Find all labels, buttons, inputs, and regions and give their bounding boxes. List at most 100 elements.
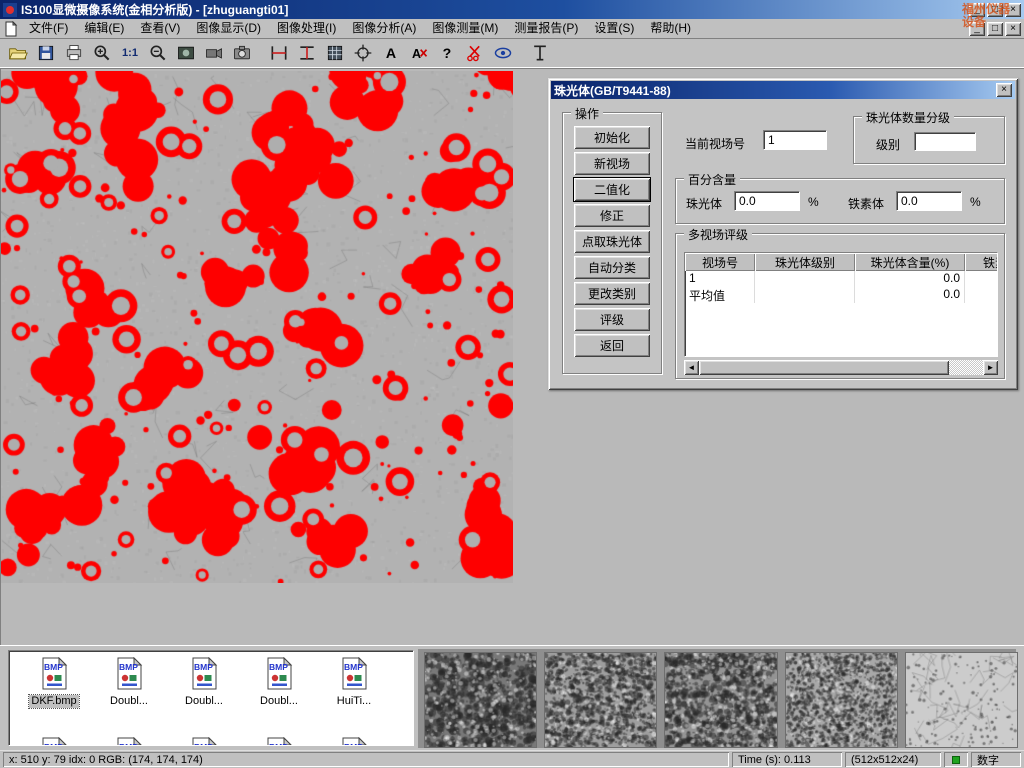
grading-group-label: 珠光体数量分级 bbox=[862, 109, 954, 126]
file-item-partial[interactable]: BMP bbox=[319, 737, 389, 746]
printer-icon bbox=[64, 43, 84, 63]
svg-text:BMP: BMP bbox=[44, 662, 63, 672]
table-row[interactable]: 10.0 bbox=[685, 271, 997, 287]
op-auto-classify-button[interactable]: 自动分类 bbox=[574, 256, 650, 279]
file-label: Doubl... bbox=[108, 695, 150, 708]
video-button[interactable] bbox=[201, 41, 227, 65]
help-button[interactable] bbox=[434, 41, 460, 65]
annotate-text-button[interactable] bbox=[378, 41, 404, 65]
maximize-button[interactable]: □ bbox=[987, 3, 1003, 17]
op-new-field-button[interactable]: 新视场 bbox=[574, 152, 650, 175]
file-item-dkf-bmp[interactable]: BMP DKF.bmp bbox=[19, 657, 89, 708]
table-cell: 1 bbox=[685, 271, 755, 287]
thumbnail-4[interactable] bbox=[785, 652, 898, 748]
preview-button[interactable] bbox=[490, 41, 516, 65]
thumbnail-3[interactable] bbox=[664, 652, 777, 748]
measure-horizontal-button[interactable] bbox=[266, 41, 292, 65]
menu-image-analysis[interactable]: 图像分析(A) bbox=[344, 19, 424, 38]
capture-button[interactable] bbox=[173, 41, 199, 65]
op-pick-pearlite-button[interactable]: 点取珠光体 bbox=[574, 230, 650, 253]
file-item-partial[interactable]: BMP bbox=[169, 737, 239, 746]
titlebar[interactable]: IS100显微摄像系统(金相分析版) - [zhuguangti01] _ □ … bbox=[0, 0, 1024, 19]
svg-text:BMP: BMP bbox=[344, 742, 363, 746]
table-header-0[interactable]: 视场号 bbox=[685, 253, 755, 271]
ferrite-value-input[interactable]: 0.0 bbox=[896, 191, 962, 211]
micrograph-image[interactable] bbox=[1, 71, 513, 583]
open-button[interactable] bbox=[5, 41, 31, 65]
file-label: DKF.bmp bbox=[29, 695, 78, 708]
app-icon bbox=[3, 3, 17, 17]
menu-edit[interactable]: 编辑(E) bbox=[76, 19, 132, 38]
file-item-partial[interactable]: BMP bbox=[19, 737, 89, 746]
mdi-document-icon bbox=[3, 21, 19, 37]
op-correct-button[interactable]: 修正 bbox=[574, 204, 650, 227]
crosshair-button[interactable] bbox=[350, 41, 376, 65]
file-list[interactable]: BMPDKF.bmpBMPDoubl...BMPDoubl...BMPDoubl… bbox=[8, 650, 414, 746]
grid-button[interactable] bbox=[322, 41, 348, 65]
toolbar: 1:1 bbox=[0, 39, 1024, 68]
menu-image-measure[interactable]: 图像测量(M) bbox=[424, 19, 506, 38]
file-item-partial[interactable]: BMP bbox=[244, 737, 314, 746]
bmp-file-icon: BMP bbox=[188, 657, 221, 690]
zoom-out-button[interactable] bbox=[145, 41, 171, 65]
zoom-in-button[interactable] bbox=[89, 41, 115, 65]
op-rate-button[interactable]: 评级 bbox=[574, 308, 650, 331]
current-field-label: 当前视场号 bbox=[685, 135, 745, 152]
rating-table[interactable]: 视场号珠光体级别珠光体含量(%)铁素 10.0平均值0.0 bbox=[684, 252, 998, 357]
measure-depth-button[interactable] bbox=[527, 41, 553, 65]
scroll-left-button[interactable]: ◄ bbox=[684, 360, 699, 375]
actual-size-button[interactable]: 1:1 bbox=[117, 41, 143, 65]
multifield-group-label: 多视场评级 bbox=[684, 226, 752, 243]
file-item-doubl-[interactable]: BMPDoubl... bbox=[169, 657, 239, 708]
save-button[interactable] bbox=[33, 41, 59, 65]
scroll-track[interactable] bbox=[699, 360, 983, 375]
op-change-class-button[interactable]: 更改类别 bbox=[574, 282, 650, 305]
mdi-close-button[interactable]: × bbox=[1005, 22, 1021, 36]
minimize-button[interactable]: _ bbox=[969, 3, 985, 17]
close-button[interactable]: × bbox=[1005, 3, 1021, 17]
file-item-huiti-[interactable]: BMPHuiTi... bbox=[319, 657, 389, 708]
thumbnail-2[interactable] bbox=[544, 652, 657, 748]
file-label: HuiTi... bbox=[335, 695, 373, 708]
thumbnail-5[interactable] bbox=[905, 652, 1018, 748]
op-return-button[interactable]: 返回 bbox=[574, 334, 650, 357]
toolbar-separator bbox=[257, 41, 266, 65]
op-binarize-button[interactable]: 二值化 bbox=[574, 178, 650, 201]
table-header-1[interactable]: 珠光体级别 bbox=[755, 253, 855, 271]
toolbar-separator bbox=[518, 41, 527, 65]
cut-button[interactable] bbox=[462, 41, 488, 65]
mdi-minimize-button[interactable]: _ bbox=[969, 22, 985, 36]
menu-image-process[interactable]: 图像处理(I) bbox=[269, 19, 344, 38]
camera-button[interactable] bbox=[229, 41, 255, 65]
grading-group: 珠光体数量分级 级别 bbox=[853, 116, 1005, 164]
scroll-right-button[interactable]: ► bbox=[983, 360, 998, 375]
op-initialize-button[interactable]: 初始化 bbox=[574, 126, 650, 149]
thumbnail-1[interactable] bbox=[424, 652, 537, 748]
print-button[interactable] bbox=[61, 41, 87, 65]
delete-annotation-button[interactable] bbox=[406, 41, 432, 65]
menu-image-display[interactable]: 图像显示(D) bbox=[188, 19, 269, 38]
current-field-input[interactable]: 1 bbox=[763, 130, 827, 150]
pearlite-value-input[interactable]: 0.0 bbox=[734, 191, 800, 211]
measure-vertical-button[interactable] bbox=[294, 41, 320, 65]
caliper-icon bbox=[269, 43, 289, 63]
file-item-doubl-[interactable]: BMPDoubl... bbox=[244, 657, 314, 708]
menu-settings[interactable]: 设置(S) bbox=[586, 19, 642, 38]
table-cell: 0.0 bbox=[855, 271, 965, 287]
menu-view[interactable]: 查看(V) bbox=[132, 19, 188, 38]
file-item-partial[interactable]: BMP bbox=[94, 737, 164, 746]
file-item-doubl-[interactable]: BMPDoubl... bbox=[94, 657, 164, 708]
table-header-2[interactable]: 珠光体含量(%) bbox=[855, 253, 965, 271]
table-row[interactable]: 平均值0.0 bbox=[685, 287, 997, 303]
level-input[interactable] bbox=[914, 132, 976, 151]
menu-file[interactable]: 文件(F) bbox=[21, 19, 76, 38]
scroll-thumb[interactable] bbox=[699, 360, 949, 375]
dialog-close-button[interactable]: × bbox=[996, 83, 1012, 97]
mdi-restore-button[interactable]: □ bbox=[987, 22, 1003, 36]
menu-measure-report[interactable]: 测量报告(P) bbox=[506, 19, 586, 38]
table-header-3[interactable]: 铁素 bbox=[965, 253, 998, 271]
table-hscrollbar[interactable]: ◄ ► bbox=[684, 360, 998, 375]
dialog-titlebar[interactable]: 珠光体(GB/T9441-88) × bbox=[551, 81, 1015, 99]
menu-help[interactable]: 帮助(H) bbox=[642, 19, 699, 38]
file-panel: BMPDKF.bmpBMPDoubl...BMPDoubl...BMPDoubl… bbox=[0, 645, 1024, 750]
